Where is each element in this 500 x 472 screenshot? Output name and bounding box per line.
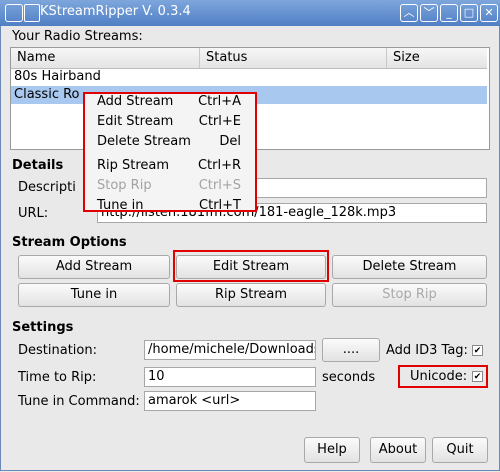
close-icon[interactable]: ✕ [480,4,498,22]
menu-item-edit-stream[interactable]: Edit Stream Ctrl+E [97,112,247,132]
tune-command-input[interactable]: amarok <url> [144,391,316,411]
time-to-rip-input[interactable]: 10 [144,367,316,387]
menu-item-shortcut: Ctrl+T [199,198,241,213]
title-bar: KStreamRipper V. 0.3.4 ︿ ﹀ _ □ ✕ [0,0,500,27]
destination-input[interactable]: /home/michele/Downloads [144,340,316,360]
tune-in-button[interactable]: Tune in [18,283,170,307]
details-title: Details [12,158,64,173]
help-button[interactable]: Help [304,437,360,463]
rip-stream-button[interactable]: Rip Stream [176,283,326,307]
menu-item-label: Delete Stream [97,134,191,149]
menu-item-label: Rip Stream [97,158,170,173]
menu-item-label: Tune in [97,198,144,213]
streams-table-header: Name Status Size [11,48,487,69]
time-unit-label: seconds [322,370,376,385]
destination-label: Destination: [18,343,97,358]
menu-item-shortcut: Del [219,134,241,149]
about-button[interactable]: About [370,437,426,463]
edit-stream-button[interactable]: Edit Stream [176,255,326,279]
url-label: URL: [18,206,49,221]
table-row[interactable]: 80s Hairband [11,68,487,86]
menu-item-shortcut: Ctrl+A [198,94,241,109]
menu-item-add-stream[interactable]: Add Stream Ctrl+A [97,92,247,112]
quit-button[interactable]: Quit [432,437,488,463]
menu-item-shortcut: Ctrl+E [198,114,241,129]
description-label: Descripti [18,180,76,195]
minimize-icon[interactable]: _ [440,4,458,22]
unicode-checkbox[interactable]: ✔ [472,371,483,382]
add-stream-button[interactable]: Add Stream [18,255,170,279]
menu-item-shortcut: Ctrl+S [198,178,241,193]
context-menu: Add Stream Ctrl+A Edit Stream Ctrl+E Delet… [83,92,257,213]
window-menu-icon[interactable] [5,4,23,22]
keep-above-icon[interactable]: ﹀ [420,4,438,22]
menu-item-shortcut: Ctrl+R [197,158,241,173]
app-icon [24,4,40,22]
shade-icon[interactable]: ︿ [400,4,418,22]
menu-item-rip-stream[interactable]: Rip Stream Ctrl+R [97,156,247,176]
maximize-icon[interactable]: □ [460,4,478,22]
unicode-label: Unicode: [410,369,468,384]
menu-item-tune-in[interactable]: Tune in Ctrl+T [97,196,247,216]
menu-item-label: Stop Rip [97,178,152,193]
column-size[interactable]: Size [387,48,487,68]
menu-item-label: Add Stream [97,94,174,109]
settings-title: Settings [12,320,74,335]
stream-name: 80s Hairband [14,69,101,84]
streams-label: Your Radio Streams: [12,29,143,44]
id3-checkbox[interactable]: ✔ [472,345,483,356]
window-title: KStreamRipper V. 0.3.4 [40,4,191,19]
stream-options-title: Stream Options [12,235,127,250]
column-status[interactable]: Status [200,48,387,68]
menu-item-delete-stream[interactable]: Delete Stream Del [97,132,247,152]
id3-label: Add ID3 Tag: [386,343,468,358]
column-name[interactable]: Name [11,48,200,68]
browse-button[interactable]: .... [322,338,380,362]
delete-stream-button[interactable]: Delete Stream [332,255,487,279]
stream-name: Classic Ro [14,87,80,102]
tune-command-label: Tune in Command: [18,394,140,409]
time-to-rip-label: Time to Rip: [18,370,97,385]
menu-item-label: Edit Stream [97,114,174,129]
menu-item-stop-rip: Stop Rip Ctrl+S [97,176,247,196]
stop-rip-button: Stop Rip [332,283,487,307]
